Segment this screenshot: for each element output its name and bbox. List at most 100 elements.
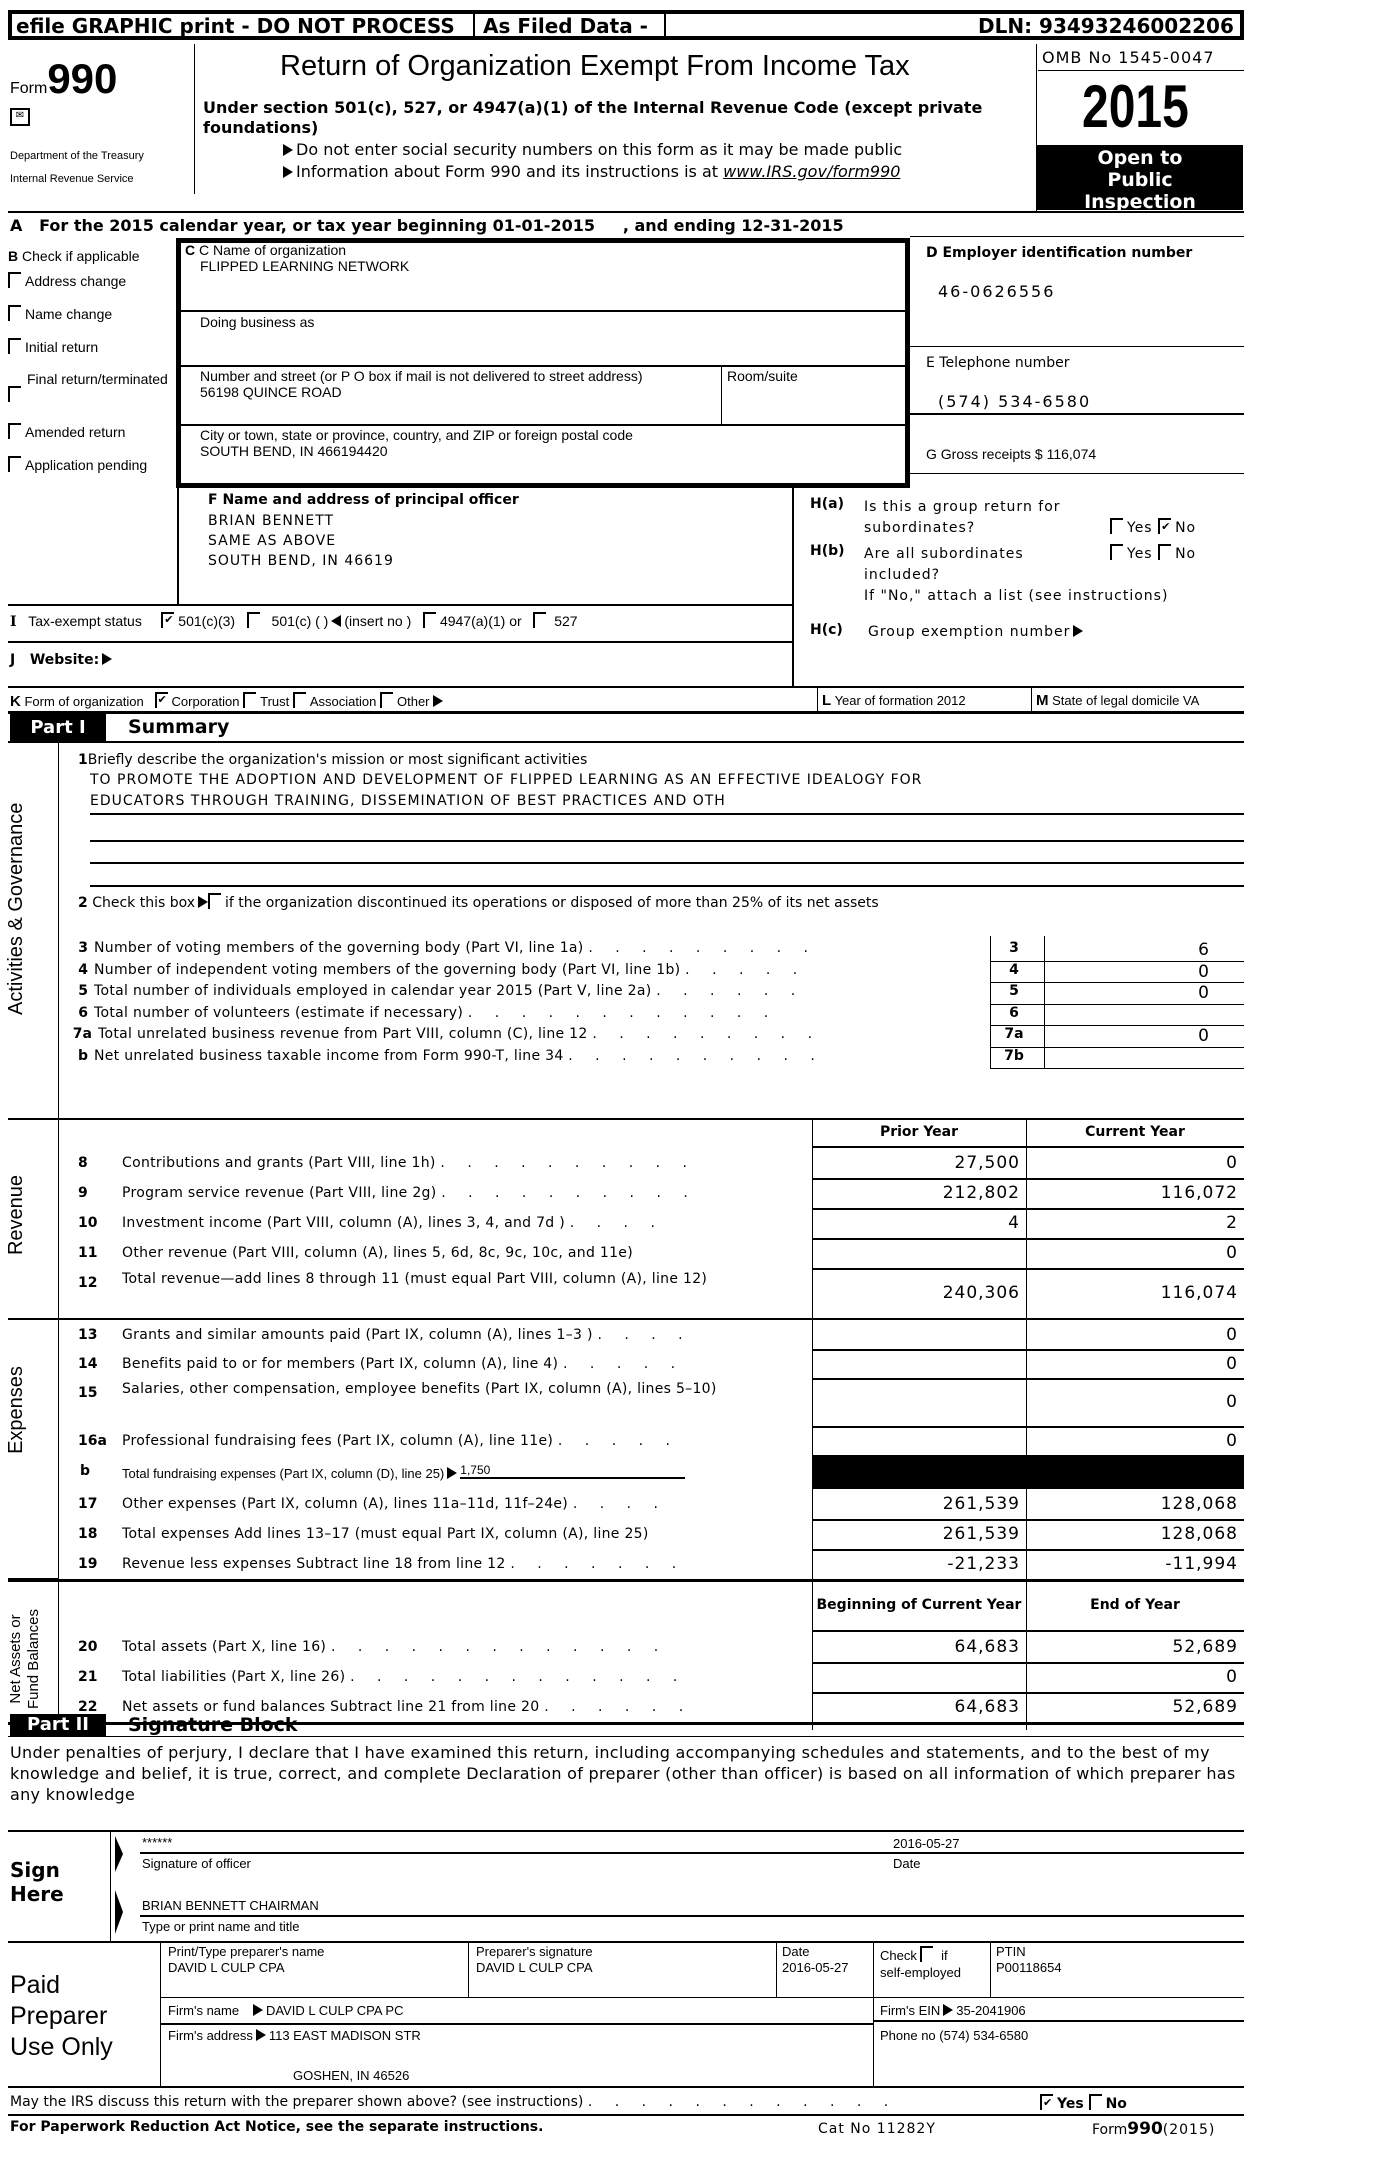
value-col2: -11,994 — [1165, 1554, 1238, 1574]
side-label-activities: Activities & Governance — [5, 802, 27, 1015]
checkbox-association[interactable] — [292, 692, 306, 708]
checkbox-527[interactable] — [533, 612, 547, 628]
checkbox-application-pending[interactable]: Application pending — [8, 456, 147, 473]
value-col2: 128,068 — [1160, 1494, 1238, 1514]
value-col2: 0 — [1226, 1243, 1238, 1263]
checkbox-501c[interactable] — [246, 612, 260, 628]
row-divider — [812, 1549, 1244, 1551]
checkbox-trust[interactable] — [243, 692, 257, 708]
street-label: Number and street (or P O box if mail is… — [200, 368, 643, 384]
discuss-yes-checkbox[interactable] — [1040, 2094, 1053, 2110]
ein-label: D Employer identification number — [926, 245, 1193, 261]
checkbox-self-employed[interactable] — [920, 1946, 934, 1962]
line-label: Total number of individuals employed in … — [94, 983, 657, 999]
preparer-name-label: Print/Type preparer's name — [168, 1944, 325, 1959]
checkbox-address-change[interactable]: Address change — [8, 272, 126, 289]
net-assets-col1-header: Beginning of Current Year — [816, 1597, 1022, 1613]
discuss-no-checkbox[interactable] — [1088, 2094, 1102, 2110]
leader-dots: . . . . . . . . . . . . . — [330, 1639, 668, 1655]
leader-dots: . . . . . . . . . . . . — [467, 1004, 778, 1021]
principal-officer-name: BRIAN BENNETT — [208, 513, 335, 529]
line-number: 6 — [78, 1004, 88, 1021]
financial-row-label: 8 Contributions and grants (Part VIII, li… — [72, 1154, 802, 1173]
line-label: Total assets (Part X, line 16) . . . . .… — [122, 1639, 668, 1655]
checkbox-501c3[interactable] — [161, 612, 175, 628]
value-col1: 240,306 — [942, 1283, 1020, 1303]
financial-row-label: 19 Revenue less expenses Subtract line 18… — [72, 1555, 802, 1574]
hb-no-checkbox[interactable] — [1158, 544, 1172, 560]
sign-here-label: Sign Here — [10, 1858, 64, 1906]
dba-label: Doing business as — [200, 314, 315, 330]
arrow-left-icon — [331, 615, 342, 627]
ha-no-checkbox[interactable] — [1158, 518, 1171, 534]
line-value: 0 — [1198, 961, 1210, 982]
checkbox-amended-return[interactable]: Amended return — [8, 423, 125, 440]
gov-line-row: 5 Total number of individuals employed in… — [72, 983, 992, 999]
form-number: 990 — [47, 55, 118, 102]
line-number: 12 — [78, 1275, 98, 1291]
ptin-value: P00118654 — [996, 1960, 1062, 1975]
leader-dots: . . . . . — [557, 1432, 679, 1449]
value-col2: 0 — [1226, 1392, 1238, 1412]
line-number: 19 — [78, 1556, 98, 1572]
line-number: b — [80, 1463, 91, 1479]
checkbox-corporation[interactable] — [154, 692, 168, 708]
leader-dots: . . . . . . . . . . — [441, 1185, 697, 1201]
value-col1: 4 — [1008, 1213, 1020, 1233]
form-subtitle: Under section 501(c), 527, or 4947(a)(1)… — [203, 98, 983, 137]
ha-options: Yes No — [1110, 518, 1196, 536]
leader-dots: . . . . . . . . . — [588, 940, 817, 956]
line-number: 5 — [78, 983, 88, 999]
officer-signature-value[interactable]: ****** — [142, 1835, 172, 1850]
ha-question: Is this a group return for subordinates? — [864, 499, 1061, 536]
line-box-number: 4 — [1009, 961, 1019, 978]
checkbox-discontinued[interactable] — [208, 893, 222, 909]
line-label: Professional fundraising fees (Part IX, … — [122, 1432, 679, 1449]
row-divider — [812, 1378, 1244, 1380]
revenue-col2-header: Current Year — [1085, 1124, 1185, 1140]
line-label: Number of independent voting members of … — [94, 961, 686, 978]
line-box-number: 7b — [1004, 1047, 1024, 1064]
value-col1: 261,539 — [942, 1494, 1020, 1514]
declaration-text: Under penalties of perjury, I declare th… — [10, 1743, 1236, 1804]
as-filed-label: As Filed Data - — [483, 14, 648, 38]
value-col2: 0 — [1226, 1353, 1238, 1374]
value-col2: 2 — [1226, 1213, 1238, 1233]
gov-line-row: 4 Number of independent voting members of… — [72, 962, 992, 978]
value-col2: 116,072 — [1160, 1183, 1238, 1203]
leader-dots: . . . . — [572, 1496, 667, 1512]
leader-dots: . . . . . . — [544, 1699, 693, 1715]
line-label: Net unrelated business taxable income fr… — [94, 1047, 569, 1064]
irs-link[interactable]: www.IRS.gov/form990 — [723, 162, 900, 181]
hb-yes-checkbox[interactable] — [1110, 544, 1123, 560]
value-col2: 52,689 — [1172, 1637, 1238, 1657]
firm-ein: Firm's EIN 35-2041906 — [880, 2003, 1026, 2018]
row-divider — [990, 1068, 1244, 1069]
hb-options: Yes No — [1110, 544, 1196, 562]
arrow-icon — [252, 2004, 263, 2016]
ha-yes-checkbox[interactable] — [1110, 518, 1123, 534]
line-number: 7a — [72, 1026, 92, 1042]
officer-name-title-label: Type or print name and title — [142, 1919, 300, 1934]
row-divider — [812, 1146, 1244, 1148]
footer-form-label: Form990(2015) — [1092, 2119, 1216, 2139]
org-name-value: FLIPPED LEARNING NETWORK — [200, 258, 410, 274]
arrow-icon — [943, 2004, 954, 2016]
checkbox-other[interactable] — [379, 692, 393, 708]
efile-label: efile GRAPHIC print - DO NOT PROCESS — [16, 14, 455, 38]
checkbox-4947[interactable] — [422, 612, 436, 628]
checkbox-initial-return[interactable]: Initial return — [8, 338, 98, 355]
line-value: 6 — [1198, 940, 1210, 960]
checkbox-final-return[interactable]: Final return/terminated — [8, 371, 168, 402]
mission-line-2: EDUCATORS THROUGH TRAINING, DISSEMINATIO… — [90, 793, 726, 809]
checkbox-name-change[interactable]: Name change — [8, 305, 112, 322]
phone-label: E Telephone number — [926, 355, 1070, 371]
column-divider — [990, 936, 991, 1069]
value-col2: 128,068 — [1160, 1524, 1238, 1544]
row-divider — [812, 1268, 1244, 1270]
financial-row-label: 17 Other expenses (Part IX, column (A), l… — [72, 1495, 802, 1514]
line-number: 4 — [78, 961, 88, 978]
form-label: Form990 — [10, 55, 117, 103]
line-number: 21 — [78, 1669, 98, 1685]
hc-tag: H(c) — [810, 622, 843, 638]
